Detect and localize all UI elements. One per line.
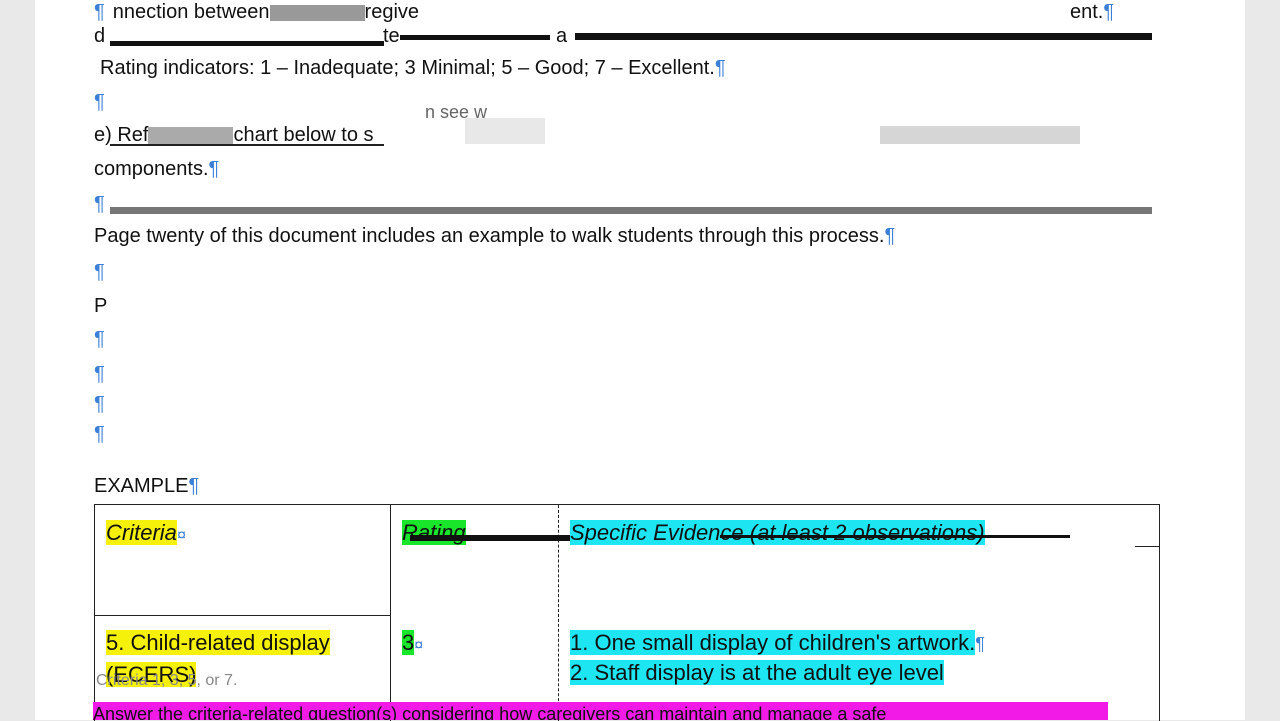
pilcrow-mark: ¶: [884, 225, 896, 247]
header-rating-text: Rating: [402, 520, 466, 545]
table-header-criteria: Criteria¤: [106, 520, 186, 546]
doc-line-2-text-a: d: [94, 25, 106, 47]
pilcrow-mark: ¶: [188, 475, 200, 497]
pilcrow-mark: ¶: [1103, 1, 1115, 23]
glitch-block: [880, 126, 1080, 144]
doc-line-1-text-b: regive: [364, 1, 420, 23]
example-label-line: EXAMPLE¶: [94, 474, 199, 498]
doc-line-1: ¶ nnection between regive: [94, 0, 419, 24]
row1-evidence-line2: 2. Staff display is at the adult eye lev…: [570, 660, 944, 685]
row1-evidence-1: 1. One small display of children's artwo…: [570, 630, 985, 656]
doc-line-p-text: P: [94, 295, 108, 317]
empty-paragraph: ¶: [94, 90, 105, 114]
doc-line-2b: te: [383, 24, 400, 48]
pilcrow-mark: ¶: [714, 57, 726, 79]
empty-paragraph: ¶: [94, 327, 105, 351]
redacted-block: [148, 126, 234, 145]
pilcrow-mark: ¶: [94, 423, 105, 445]
pilcrow-mark: ¶: [94, 261, 105, 283]
bottom-instruction-line: Answer the criteria-related question(s) …: [93, 702, 1108, 720]
empty-paragraph: ¶: [94, 392, 105, 416]
doc-line-p: P: [94, 294, 107, 318]
pilcrow-mark: ¶: [94, 393, 105, 415]
glitch-rule: [575, 33, 1152, 40]
page-twenty-text: Page twenty of this document includes an…: [94, 225, 885, 247]
glitch-rule: [720, 535, 1070, 538]
components-line: components.¶: [94, 157, 219, 181]
cell-end-mark: ¤: [176, 527, 186, 544]
header-criteria-text: Criteria: [106, 520, 177, 545]
table-header-rating: Rating: [402, 520, 466, 546]
doc-line-2: d: [94, 24, 105, 48]
rating-indicators-text: Rating indicators: 1 – Inadequate; 3 Min…: [100, 57, 715, 79]
doc-line-e-text-b: chart below to s: [233, 124, 374, 146]
cell-end-mark: ¤: [414, 637, 424, 654]
page-twenty-line: Page twenty of this document includes an…: [94, 224, 895, 248]
scale-row-text: Criteria 1, 3, 5, or 7.: [96, 672, 238, 689]
empty-paragraph: ¶: [94, 192, 105, 216]
table-row-divider: [1135, 546, 1159, 547]
doc-line-2c: a: [556, 24, 567, 48]
table-row-divider: [95, 615, 390, 616]
glitch-rule: [400, 35, 550, 40]
redacted-block: [269, 4, 365, 21]
glitch-block: [465, 118, 545, 144]
row1-rating-text: 3: [402, 630, 415, 655]
doc-line-e-text-a: e) Ref: [94, 124, 149, 146]
doc-line-1-text-a: nnection between: [112, 1, 270, 23]
row1-criteria-line1: 5. Child-related display: [106, 630, 330, 655]
doc-line-1-end: ent.¶: [1070, 0, 1114, 24]
pilcrow-mark: ¶: [94, 1, 105, 23]
underline-rule: [110, 144, 384, 146]
bottom-instruction-text: Answer the criteria-related question(s) …: [93, 704, 887, 720]
empty-paragraph: ¶: [94, 260, 105, 284]
table-header-evidence: Specific Evidence (at least 2 observatio…: [570, 520, 985, 546]
pilcrow-mark: ¶: [94, 328, 105, 350]
row1-rating: 3¤: [402, 630, 423, 656]
empty-paragraph: ¶: [94, 362, 105, 386]
pilcrow-mark: ¶: [94, 91, 105, 113]
pilcrow-mark: ¶: [94, 193, 105, 215]
row1-evidence-2: 2. Staff display is at the adult eye lev…: [570, 660, 944, 686]
header-evidence-text: Specific Evidence (at least 2 observatio…: [570, 520, 985, 545]
glitch-rule: [110, 41, 384, 46]
scale-row: Criteria 1, 3, 5, or 7.: [96, 672, 237, 690]
pilcrow-mark: ¶: [208, 158, 220, 180]
pilcrow-mark: ¶: [94, 363, 105, 385]
components-text: components.: [94, 158, 209, 180]
example-label: EXAMPLE: [94, 475, 189, 497]
row1-evidence-line1: 1. One small display of children's artwo…: [570, 630, 976, 655]
doc-line-1-text-c: ent.: [1070, 1, 1104, 23]
row1-criteria: 5. Child-related display: [106, 630, 330, 656]
doc-line-2-text-b: te: [383, 25, 400, 47]
table-column-divider: [390, 505, 391, 721]
empty-paragraph: ¶: [94, 422, 105, 446]
doc-line-2-text-c: a: [556, 25, 568, 47]
pilcrow-mark: ¶: [975, 634, 985, 654]
rating-indicators-line: Rating indicators: 1 – Inadequate; 3 Min…: [94, 56, 726, 80]
glitch-rule: [110, 207, 1152, 214]
